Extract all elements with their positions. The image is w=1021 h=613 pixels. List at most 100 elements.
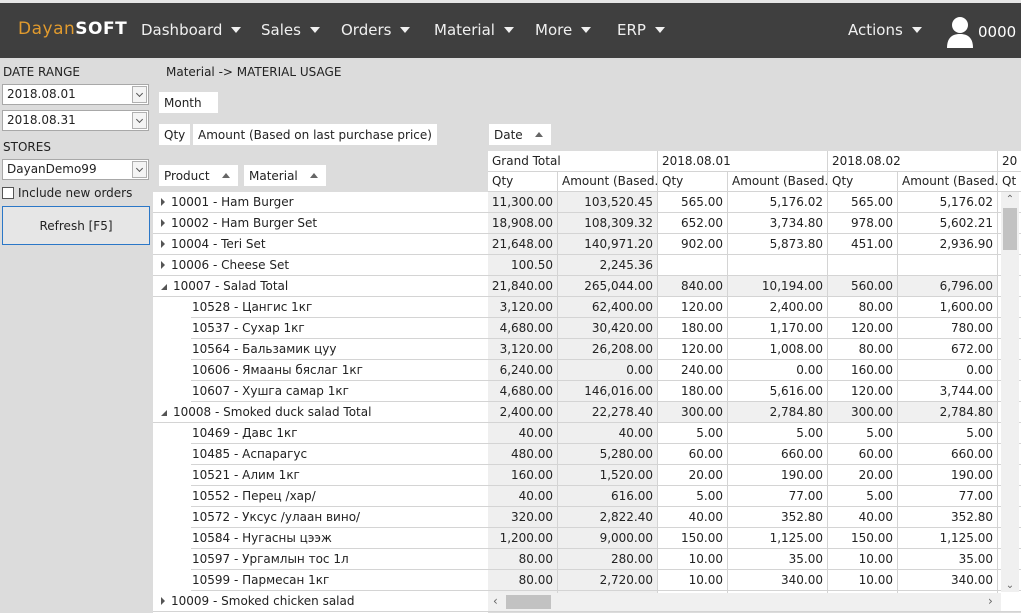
chevron-down-icon[interactable]	[132, 86, 147, 103]
collapse-triangle-icon[interactable]	[161, 284, 167, 290]
amount-cell: 1,125.00	[728, 528, 828, 549]
horizontal-scrollbar[interactable]: ‹ ›	[488, 593, 1001, 611]
amount-cell: 6,796.00	[898, 276, 998, 297]
amount-cell: 190.00	[728, 465, 828, 486]
qty-column-header[interactable]: Qt	[998, 172, 1021, 192]
row-label: 10572 - Уксус /улаан вино/	[192, 510, 361, 524]
amount-cell: 5,280.00	[558, 444, 658, 465]
qty-column-header[interactable]: Qty	[658, 172, 728, 192]
nav-sales[interactable]: Sales	[261, 21, 320, 39]
product-row-header[interactable]: 10002 - Ham Burger Set	[153, 213, 488, 234]
qty-column-header[interactable]: Qty	[488, 172, 558, 192]
expand-triangle-icon[interactable]	[161, 240, 165, 248]
caret-down-icon	[654, 27, 665, 33]
amount-cell: 0.00	[728, 360, 828, 381]
qty-cell: 5.00	[658, 423, 728, 444]
qty-cell: 21,840.00	[488, 276, 558, 297]
row-headers: 10001 - Ham Burger 10002 - Ham Burger Set…	[153, 192, 488, 613]
chevron-down-icon[interactable]	[132, 112, 147, 129]
breadcrumb: Material -> MATERIAL USAGE	[166, 65, 342, 79]
material-row-header: 10606 - Ямааны бяслаг 1кг	[191, 360, 488, 381]
scroll-left-icon[interactable]: ‹	[493, 594, 498, 608]
product-row-header[interactable]: 10009 - Smoked chicken salad	[153, 591, 488, 612]
row-label: 10485 - Аспарагус	[192, 447, 308, 461]
qty-cell: 300.00	[828, 402, 898, 423]
store-select[interactable]: DayanDemo99	[2, 159, 149, 180]
qty-cell: 60.00	[658, 444, 728, 465]
vertical-scroll-thumb[interactable]	[1003, 208, 1017, 250]
horizontal-scroll-thumb[interactable]	[506, 595, 551, 609]
column-group-header[interactable]: Grand Total	[488, 151, 658, 172]
column-group-header[interactable]: 2018.08.01	[658, 151, 828, 172]
amount-cell: 190.00	[898, 465, 998, 486]
column-group-header[interactable]: 20	[998, 151, 1021, 172]
amount-cell: 3,744.00	[898, 381, 998, 402]
amount-cell: 2,720.00	[558, 570, 658, 591]
amount-cell: 340.00	[728, 570, 828, 591]
refresh-button[interactable]: Refresh [F5]	[2, 206, 150, 245]
date-to-picker[interactable]: 2018.08.31	[2, 110, 149, 131]
caret-down-icon	[503, 27, 514, 33]
qty-cell: 100.50	[488, 255, 558, 276]
row-label: 10564 - Бальзамик цуу	[192, 342, 337, 356]
stores-label: STORES	[3, 140, 51, 154]
nav-material[interactable]: Material	[434, 21, 514, 39]
amount-column-header[interactable]: Amount (Based...	[558, 172, 658, 192]
qty-cell: 11,300.00	[488, 192, 558, 213]
nav-actions[interactable]: Actions	[848, 21, 922, 39]
include-new-orders-checkbox[interactable]: Include new orders	[2, 186, 132, 200]
amount-cell: 340.00	[898, 570, 998, 591]
amount-cell: 660.00	[898, 444, 998, 465]
amount-cell: 62,400.00	[558, 297, 658, 318]
qty-cell: 80.00	[828, 339, 898, 360]
dayansoft-logo[interactable]: DayanSOFT	[18, 19, 127, 39]
amount-cell: 3,734.80	[728, 213, 828, 234]
material-row-header: 10599 - Пармесан 1кг	[191, 570, 488, 591]
product-row-header[interactable]: 10006 - Cheese Set	[153, 255, 488, 276]
amount-column-header[interactable]: Amount (Based...	[728, 172, 828, 192]
expand-triangle-icon[interactable]	[161, 198, 165, 206]
row-label: 10469 - Давс 1кг	[192, 426, 298, 440]
qty-cell: 6,240.00	[488, 360, 558, 381]
filter-field-month[interactable]: Month	[159, 92, 218, 113]
nav-orders[interactable]: Orders	[341, 21, 411, 39]
row-label: 10004 - Teri Set	[171, 237, 266, 251]
product-row-header[interactable]: 10001 - Ham Burger	[153, 192, 488, 213]
expand-triangle-icon[interactable]	[161, 261, 165, 269]
checkbox-box[interactable]	[2, 187, 14, 199]
user-menu[interactable]: 0000	[946, 16, 1016, 48]
data-field-qty[interactable]: Qty	[159, 124, 191, 145]
product-row-header[interactable]: 10007 - Salad Total	[153, 276, 488, 297]
product-row-header[interactable]: 10008 - Smoked duck salad Total	[153, 402, 488, 423]
scroll-right-icon[interactable]: ›	[988, 594, 993, 608]
scroll-down-icon[interactable]: ⌄	[1001, 578, 1019, 592]
qty-cell: 840.00	[658, 276, 728, 297]
row-label: 10008 - Smoked duck salad Total	[173, 405, 372, 419]
column-group-header[interactable]: 2018.08.02	[828, 151, 998, 172]
product-row-header[interactable]: 10004 - Teri Set	[153, 234, 488, 255]
qty-cell: 20.00	[658, 465, 728, 486]
date-from-picker[interactable]: 2018.08.01	[2, 84, 149, 105]
material-row-header: 10572 - Уксус /улаан вино/	[191, 507, 488, 528]
expand-triangle-icon[interactable]	[161, 597, 165, 605]
amount-cell: 140,971.20	[558, 234, 658, 255]
data-field-amount[interactable]: Amount (Based on last purchase price)	[193, 124, 437, 145]
column-field-date[interactable]: Date	[489, 124, 551, 145]
qty-column-header[interactable]: Qty	[828, 172, 898, 192]
row-label: 10607 - Хушга самар 1кг	[192, 384, 349, 398]
amount-column-header[interactable]: Amount (Based...	[898, 172, 998, 192]
amount-cell	[898, 255, 998, 276]
qty-cell: 180.00	[658, 318, 728, 339]
scroll-up-icon[interactable]: ⌃	[1001, 192, 1019, 206]
nav-erp[interactable]: ERP	[617, 21, 665, 39]
vertical-scrollbar[interactable]: ⌃ ⌄	[1001, 192, 1019, 592]
amount-cell: 77.00	[898, 486, 998, 507]
collapse-triangle-icon[interactable]	[161, 410, 167, 416]
chevron-down-icon[interactable]	[132, 161, 147, 178]
nav-dashboard[interactable]: Dashboard	[141, 21, 242, 39]
qty-cell: 40.00	[828, 507, 898, 528]
amount-cell: 5,616.00	[728, 381, 828, 402]
nav-more[interactable]: More	[535, 21, 592, 39]
amount-cell: 5,176.02	[728, 192, 828, 213]
expand-triangle-icon[interactable]	[161, 219, 165, 227]
